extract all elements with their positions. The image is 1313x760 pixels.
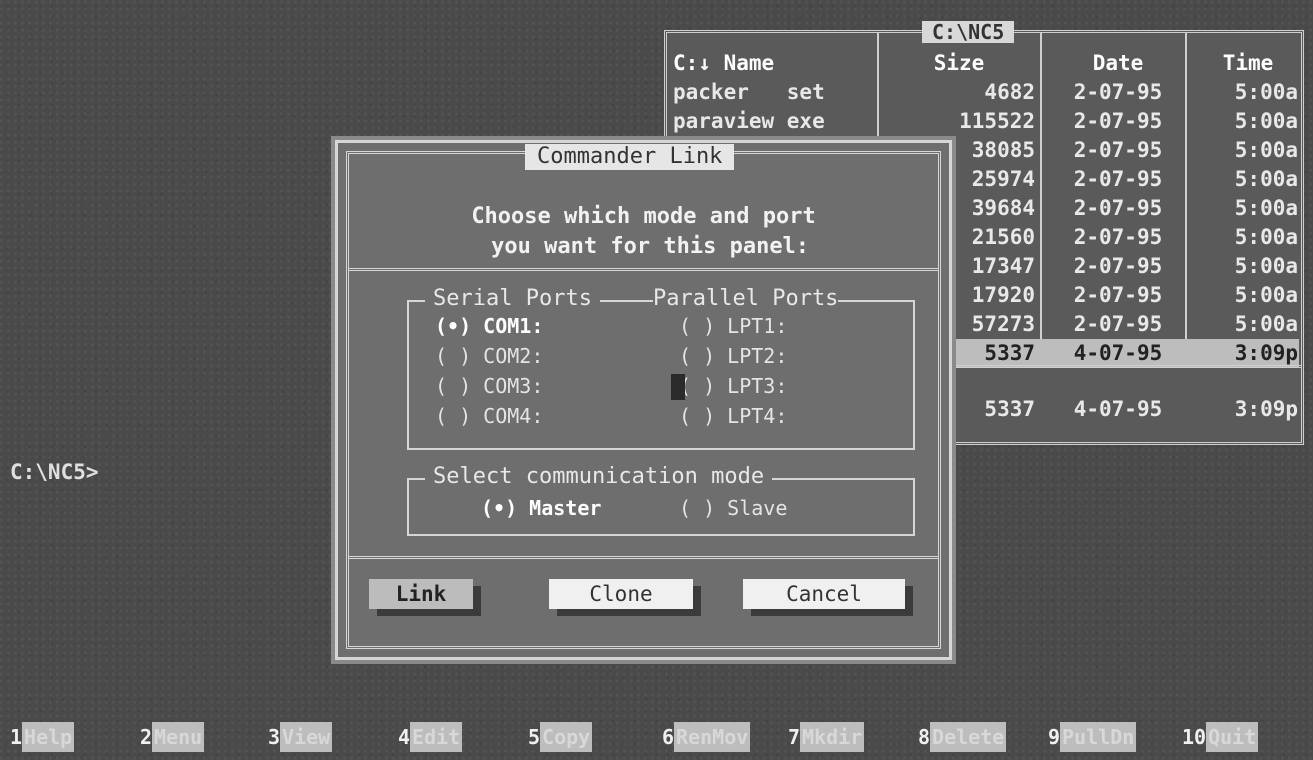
file-size: 4682 [984,80,1035,104]
fkey-number: 8 [918,725,931,749]
file-time: 3:09p [1234,341,1298,365]
radio-lpt4[interactable]: ( ) LPT4: [679,402,787,430]
parallel-ports-title: Parallel Ports [653,286,839,312]
clone-button[interactable]: Clone [549,579,693,609]
serial-ports-title: Serial Ports [425,286,600,312]
file-date: 2-07-95 [1073,283,1163,307]
fkey-copy[interactable]: 5 Copy [528,722,593,752]
time-column-header[interactable]: Time [1198,49,1298,78]
file-date: 2-07-95 [1073,80,1163,104]
dialog-title: Commander Link [525,144,735,170]
radio-com3[interactable]: ( ) COM3: [435,372,543,400]
command-prompt[interactable]: C:\NC5> [10,460,99,484]
file-date: 4-07-95 [1073,341,1163,365]
dialog-divider [349,268,938,271]
file-time: 5:00a [1234,138,1298,162]
fkey-label: Help [22,722,75,752]
fkey-number: 4 [398,725,411,749]
file-date: 2-07-95 [1073,167,1163,191]
fkey-number: 7 [788,725,801,749]
radio-com1[interactable]: (•) COM1: [435,312,543,340]
fkey-mkdir[interactable]: 7 Mkdir [788,722,865,752]
fkey-label: Edit [410,722,463,752]
status-time: 3:09p [1234,397,1298,421]
file-date: 2-07-95 [1073,312,1163,336]
fkey-label: View [280,722,333,752]
ports-groupbox: Serial Ports Parallel Ports (•) COM1: ( … [407,286,915,450]
link-button[interactable]: Link [369,579,473,609]
panel-title: C:\NC5 [922,21,1015,43]
fkey-label: Menu [152,722,205,752]
file-date: 2-07-95 [1073,225,1163,249]
panel-header: C:↓ Name Size Date Time [673,49,1299,78]
file-time: 5:00a [1234,312,1298,336]
function-key-bar: 1 Help 2 Menu 3 View 4 Edit 5 Copy 6 RenMov 7M… [0,722,1313,756]
fkey-label: RenMov [674,722,751,752]
date-column-header[interactable]: Date [1053,49,1183,78]
fkey-delete[interactable]: 8 Delete [918,722,1007,752]
fkey-number: 6 [662,725,675,749]
file-date: 2-07-95 [1073,138,1163,162]
file-row[interactable]: packer set 4682 2-07-95 5:00a [673,78,1299,107]
dialog-divider [349,556,938,559]
fkey-quit[interactable]: 10 Quit [1182,722,1259,752]
size-column-header[interactable]: Size [883,49,1035,78]
fkey-number: 2 [140,725,153,749]
radio-com4[interactable]: ( ) COM4: [435,402,543,430]
fkey-label: Quit [1206,722,1259,752]
file-time: 5:00a [1234,283,1298,307]
commander-link-dialog: Commander Link Choose which mode and por… [335,140,952,660]
fkey-label: Mkdir [800,722,865,752]
dialog-prompt: Choose which mode and port you want for … [471,204,816,259]
file-date: 2-07-95 [1073,254,1163,278]
fkey-label: Delete [930,722,1007,752]
fkey-label: Copy [540,722,593,752]
file-name: paraview exe [673,109,825,133]
file-time: 5:00a [1234,167,1298,191]
dialog-frame: Commander Link Choose which mode and por… [346,144,941,649]
fkey-label: PullDn [1060,722,1137,752]
file-date: 2-07-95 [1073,109,1163,133]
mode-title: Select communication mode [425,464,773,490]
fkey-number: 1 [10,725,23,749]
radio-lpt1[interactable]: ( ) LPT1: [679,312,787,340]
fkey-edit[interactable]: 4 Edit [398,722,463,752]
file-date: 2-07-95 [1073,196,1163,220]
fkey-pulldn[interactable]: 9 PullDn [1048,722,1137,752]
file-size: 115522 [959,109,1035,133]
radio-master[interactable]: (•) Master [481,494,601,522]
file-time: 5:00a [1234,80,1298,104]
cancel-button[interactable]: Cancel [743,579,905,609]
mode-groupbox: Select communication mode (•) Master ( )… [407,464,915,536]
file-row[interactable]: paraview exe 115522 2-07-95 5:00a [673,107,1299,136]
name-column-header[interactable]: C:↓ Name [673,49,873,78]
radio-lpt3[interactable]: ( ) LPT3: [679,372,787,400]
fkey-number: 3 [268,725,281,749]
fkey-renmov[interactable]: 6 RenMov [662,722,751,752]
file-time: 5:00a [1234,109,1298,133]
file-time: 5:00a [1234,196,1298,220]
text-cursor [671,374,685,400]
fkey-menu[interactable]: 2 Menu [140,722,205,752]
fkey-view[interactable]: 3 View [268,722,333,752]
file-name: packer set [673,80,825,104]
radio-lpt2[interactable]: ( ) LPT2: [679,342,787,370]
fkey-help[interactable]: 1 Help [10,722,75,752]
radio-com2[interactable]: ( ) COM2: [435,342,543,370]
status-date: 4-07-95 [1073,397,1163,421]
file-time: 5:00a [1234,254,1298,278]
radio-slave[interactable]: ( ) Slave [679,494,787,522]
fkey-number: 5 [528,725,541,749]
fkey-number: 9 [1048,725,1061,749]
fkey-number: 10 [1182,725,1207,749]
file-time: 5:00a [1234,225,1298,249]
